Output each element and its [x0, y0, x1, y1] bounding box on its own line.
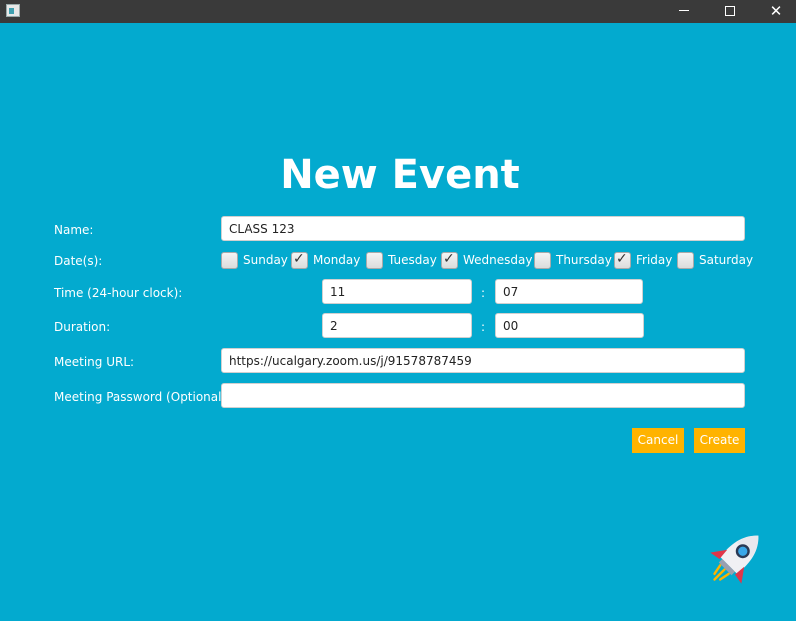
time-minute-input[interactable]: 07 — [495, 279, 643, 304]
checkmark-icon: ✓ — [616, 250, 628, 267]
day-label: Tuesday — [388, 253, 437, 267]
checkmark-icon: ✓ — [443, 250, 455, 267]
duration-label: Duration: — [54, 320, 111, 334]
maximize-icon[interactable] — [707, 0, 753, 23]
duration-separator: : — [481, 320, 486, 334]
meeting-url-input[interactable]: https://ucalgary.zoom.us/j/91578787459 — [221, 348, 745, 373]
duration-minutes-input[interactable]: 00 — [495, 313, 644, 338]
page-title: New Event — [280, 152, 520, 198]
day-option-wednesday[interactable]: ✓ Wednesday — [441, 251, 532, 269]
day-checkbox[interactable]: ✓ — [291, 250, 308, 269]
close-icon[interactable]: ✕ — [753, 0, 796, 23]
day-option-thursday[interactable]: Thursday — [534, 251, 612, 269]
day-checkbox[interactable] — [534, 251, 551, 269]
time-separator: : — [481, 286, 486, 300]
day-option-friday[interactable]: ✓ Friday — [614, 251, 672, 269]
checkmark-icon: ✓ — [293, 250, 305, 267]
day-label: Thursday — [556, 253, 612, 267]
dates-label: Date(s): — [54, 254, 103, 268]
day-checkbox[interactable] — [677, 251, 694, 269]
meeting-password-input[interactable] — [221, 383, 745, 408]
rocket-icon — [710, 535, 759, 584]
day-label: Monday — [313, 253, 361, 267]
day-label: Sunday — [243, 253, 288, 267]
name-label: Name: — [54, 223, 94, 237]
day-option-sunday[interactable]: Sunday — [221, 251, 288, 269]
day-label: Saturday — [699, 253, 754, 267]
day-option-tuesday[interactable]: Tuesday — [366, 251, 437, 269]
day-label: Wednesday — [463, 253, 533, 267]
day-label: Friday — [636, 253, 673, 267]
app-icon — [6, 4, 20, 17]
minimize-icon[interactable] — [661, 0, 707, 23]
day-option-saturday[interactable]: Saturday — [677, 251, 753, 269]
name-input[interactable]: CLASS 123 — [221, 216, 745, 241]
day-checkbox[interactable]: ✓ — [441, 250, 458, 269]
day-checkbox[interactable] — [221, 251, 238, 269]
time-label: Time (24-hour clock): — [54, 286, 183, 300]
day-checkbox[interactable]: ✓ — [614, 250, 631, 269]
cancel-button[interactable]: Cancel — [632, 428, 684, 453]
meeting-password-label: Meeting Password (Optional): — [54, 390, 231, 404]
create-button[interactable]: Create — [694, 428, 745, 453]
day-option-monday[interactable]: ✓ Monday — [291, 251, 360, 269]
day-checkbox[interactable] — [366, 251, 383, 269]
meeting-url-label: Meeting URL: — [54, 355, 135, 369]
time-hour-input[interactable]: 11 — [322, 279, 472, 304]
duration-hours-input[interactable]: 2 — [322, 313, 472, 338]
window-titlebar: ✕ — [0, 0, 796, 23]
